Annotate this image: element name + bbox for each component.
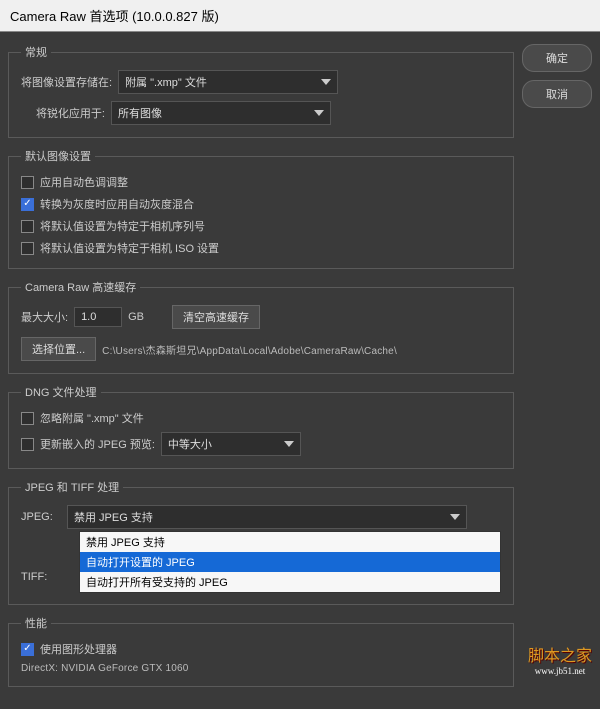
legend-performance: 性能 <box>21 615 51 631</box>
sharpen-select[interactable]: 所有图像 <box>111 101 331 125</box>
cancel-button[interactable]: 取消 <box>522 80 592 108</box>
group-defaults: 默认图像设置 应用自动色调调整 转换为灰度时应用自动灰度混合 将默认值设置为特定… <box>8 148 514 269</box>
jpeg-dropdown-list[interactable]: 禁用 JPEG 支持 自动打开设置的 JPEG 自动打开所有受支持的 JPEG <box>79 531 501 593</box>
cb-update-jpeg[interactable] <box>21 438 34 451</box>
cb-auto-tone[interactable] <box>21 176 34 189</box>
cb-ignore-xmp-label: 忽略附属 ".xmp" 文件 <box>40 410 144 426</box>
cache-unit: GB <box>128 311 144 323</box>
jpeg-option-disable[interactable]: 禁用 JPEG 支持 <box>80 532 500 552</box>
tiff-label: TIFF: <box>21 571 61 583</box>
legend-jpeg-tiff: JPEG 和 TIFF 处理 <box>21 479 123 495</box>
cb-auto-gray-label: 转换为灰度时应用自动灰度混合 <box>40 196 194 212</box>
jpeg-preview-select[interactable]: 中等大小 <box>161 432 301 456</box>
cb-auto-gray[interactable] <box>21 198 34 211</box>
legend-cache: Camera Raw 高速缓存 <box>21 279 140 295</box>
jpeg-handling-select[interactable]: 禁用 JPEG 支持 <box>67 505 467 529</box>
group-cache: Camera Raw 高速缓存 最大大小: GB 清空高速缓存 选择位置... … <box>8 279 514 374</box>
jpeg-label: JPEG: <box>21 511 61 523</box>
watermark: 脚本之家 www.jb51.net <box>528 642 592 676</box>
cache-path: C:\Users\杰森斯坦兄\AppData\Local\Adobe\Camer… <box>102 342 397 357</box>
ok-button[interactable]: 确定 <box>522 44 592 72</box>
group-general: 常规 将图像设置存储在: 附属 ".xmp" 文件 将锐化应用于: 所有图像 <box>8 44 514 138</box>
group-jpeg-tiff: JPEG 和 TIFF 处理 JPEG: 禁用 JPEG 支持 TIFF: 禁用… <box>8 479 514 605</box>
legend-defaults: 默认图像设置 <box>21 148 95 164</box>
save-settings-select[interactable]: 附属 ".xmp" 文件 <box>118 70 338 94</box>
cb-auto-tone-label: 应用自动色调调整 <box>40 174 128 190</box>
legend-dng: DNG 文件处理 <box>21 384 101 400</box>
cache-max-label: 最大大小: <box>21 309 68 325</box>
jpeg-option-auto-all[interactable]: 自动打开所有受支持的 JPEG <box>80 572 500 592</box>
group-performance: 性能 使用图形处理器 DirectX: NVIDIA GeForce GTX 1… <box>8 615 514 687</box>
cb-iso-label: 将默认值设置为特定于相机 ISO 设置 <box>40 240 219 256</box>
cb-update-jpeg-label: 更新嵌入的 JPEG 预览: <box>40 436 155 452</box>
save-settings-label: 将图像设置存储在: <box>21 74 112 90</box>
cb-serial[interactable] <box>21 220 34 233</box>
choose-location-button[interactable]: 选择位置... <box>21 337 96 361</box>
cache-max-input[interactable] <box>74 307 122 327</box>
window-title: Camera Raw 首选项 (10.0.0.827 版) <box>0 0 600 32</box>
jpeg-option-auto-settings[interactable]: 自动打开设置的 JPEG <box>80 552 500 572</box>
cb-iso[interactable] <box>21 242 34 255</box>
legend-general: 常规 <box>21 44 51 60</box>
cb-serial-label: 将默认值设置为特定于相机序列号 <box>40 218 205 234</box>
cb-use-gpu[interactable] <box>21 643 34 656</box>
purge-cache-button[interactable]: 清空高速缓存 <box>172 305 260 329</box>
sharpen-label: 将锐化应用于: <box>21 105 105 121</box>
cb-use-gpu-label: 使用图形处理器 <box>40 641 117 657</box>
gpu-info: DirectX: NVIDIA GeForce GTX 1060 <box>21 663 501 674</box>
cb-ignore-xmp[interactable] <box>21 412 34 425</box>
group-dng: DNG 文件处理 忽略附属 ".xmp" 文件 更新嵌入的 JPEG 预览: 中… <box>8 384 514 469</box>
